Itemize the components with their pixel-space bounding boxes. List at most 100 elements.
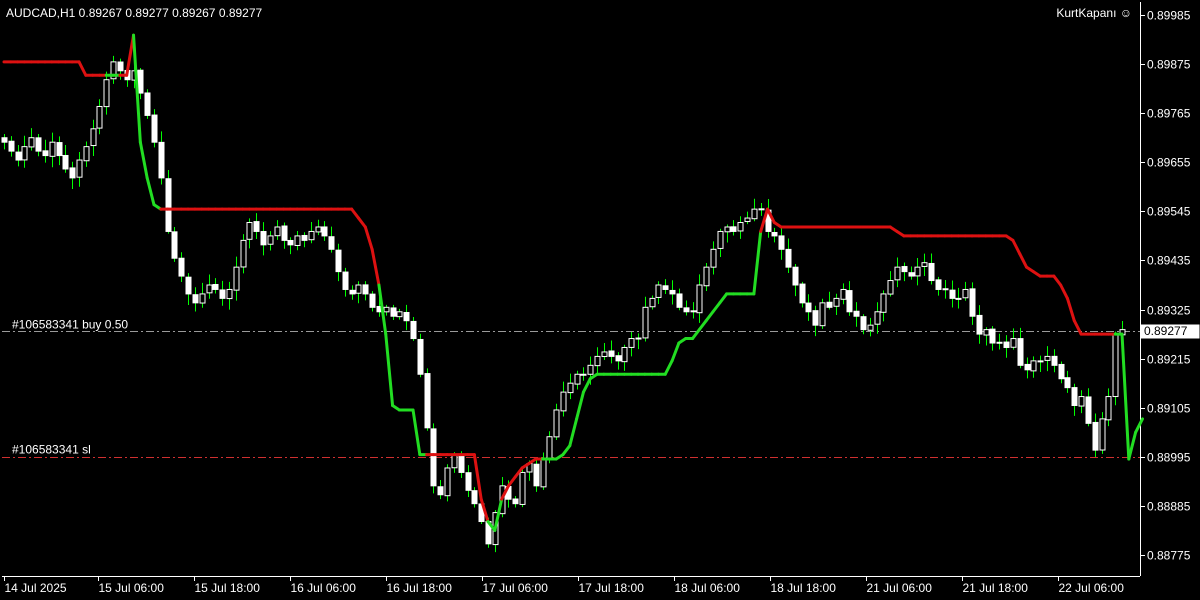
candle-body	[676, 293, 683, 308]
candle-body	[417, 338, 424, 375]
candle-body	[540, 458, 547, 488]
candle-body	[1064, 377, 1071, 389]
candle-body	[758, 208, 765, 211]
candle-body	[880, 293, 887, 313]
candle-body	[1030, 360, 1037, 372]
candle-body	[703, 266, 710, 287]
candle-body	[165, 178, 172, 232]
candle-body	[519, 471, 526, 505]
candle-body	[192, 294, 199, 304]
x-tick-label: 22 Jul 06:00	[1059, 581, 1125, 595]
candle-body	[294, 235, 301, 246]
candle-body	[580, 373, 587, 376]
candle-body	[635, 337, 642, 340]
candle-body	[1003, 341, 1010, 348]
price-chart[interactable]: #106583341 buy 0.50 #106583341 sl 0.8998…	[0, 0, 1200, 600]
candle-body	[410, 320, 417, 340]
candle-body	[274, 226, 281, 237]
candle-body	[1099, 418, 1106, 451]
candle-body	[669, 289, 676, 295]
candle-body	[451, 454, 458, 469]
candle-body	[690, 310, 697, 313]
candle-body	[390, 307, 397, 317]
candle-body	[560, 391, 567, 412]
candle-body	[649, 297, 656, 308]
candle-body	[458, 454, 465, 473]
y-tick-label: 0.89985	[1147, 9, 1191, 23]
candle-body	[724, 226, 731, 233]
candle-body	[655, 284, 662, 298]
candle-body	[860, 316, 867, 331]
candle-body	[219, 289, 226, 299]
candle-body	[369, 293, 376, 308]
x-tick-label: 17 Jul 06:00	[483, 581, 549, 595]
candle-body	[594, 355, 601, 367]
candle-body	[935, 279, 942, 290]
candle-body	[901, 266, 908, 273]
x-tick-label: 17 Jul 18:00	[579, 581, 645, 595]
candle-body	[253, 221, 260, 232]
candle-body	[874, 311, 881, 325]
candle-body	[240, 239, 247, 268]
candle-body	[383, 306, 390, 313]
candle-body	[315, 226, 322, 233]
current-price-tag: 0.89277	[1140, 324, 1200, 339]
candle-body	[281, 225, 288, 241]
y-tick-label: 0.89655	[1147, 156, 1191, 170]
candle-body	[608, 350, 615, 357]
indicator-name: KurtKapanı ☺	[1056, 6, 1132, 20]
candle-body	[989, 328, 996, 344]
candle-body	[574, 373, 581, 385]
candle-body	[301, 234, 308, 241]
x-tick-label: 15 Jul 06:00	[99, 581, 165, 595]
candle-body	[1051, 355, 1058, 366]
candle-body	[212, 284, 219, 290]
candle-body	[21, 146, 28, 161]
candle-body	[199, 293, 206, 304]
candle-body	[430, 428, 437, 487]
candle-body	[976, 314, 983, 335]
x-tick-label: 16 Jul 18:00	[387, 581, 453, 595]
x-tick-label: 21 Jul 18:00	[963, 581, 1029, 595]
candle-body	[226, 288, 233, 300]
candle-body	[771, 231, 778, 237]
candle-body	[1092, 421, 1099, 451]
y-tick-label: 0.88775	[1147, 549, 1191, 563]
candle-body	[15, 151, 22, 161]
candle-body	[267, 235, 274, 245]
candle-body	[867, 324, 874, 331]
candle-body	[792, 266, 799, 286]
candle-body	[1071, 387, 1078, 406]
candle-body	[553, 409, 560, 438]
candle-body	[1085, 396, 1092, 424]
candle-body	[662, 285, 669, 290]
candle-body	[8, 140, 15, 152]
x-tick-label: 18 Jul 18:00	[771, 581, 837, 595]
candle-body	[56, 142, 63, 157]
buy-order-label: #106583341 buy 0.50	[12, 318, 128, 332]
candle-body	[730, 226, 737, 232]
y-tick-label: 0.89765	[1147, 107, 1191, 121]
candle-body	[710, 248, 717, 268]
candle-body	[49, 141, 56, 157]
candle-body	[437, 486, 444, 496]
candle-body	[90, 128, 97, 147]
candle-body	[683, 307, 690, 313]
candle-body	[335, 249, 342, 273]
stop-loss-label: #106583341 sl	[12, 443, 91, 457]
candle-body	[349, 289, 356, 295]
candle-body	[696, 284, 703, 314]
x-tick-label: 14 Jul 2025	[5, 581, 67, 595]
candle-body	[642, 306, 649, 339]
candle-body	[35, 137, 42, 152]
candle-body	[321, 226, 328, 237]
candle-body	[396, 311, 403, 318]
y-tick-label: 0.89325	[1147, 304, 1191, 318]
candle-body	[362, 284, 369, 295]
candle-body	[185, 276, 192, 295]
candle-body	[799, 283, 806, 304]
candle-body	[840, 288, 847, 300]
candle-body	[328, 236, 335, 250]
candle-body	[1078, 396, 1085, 407]
candle-body	[853, 310, 860, 317]
